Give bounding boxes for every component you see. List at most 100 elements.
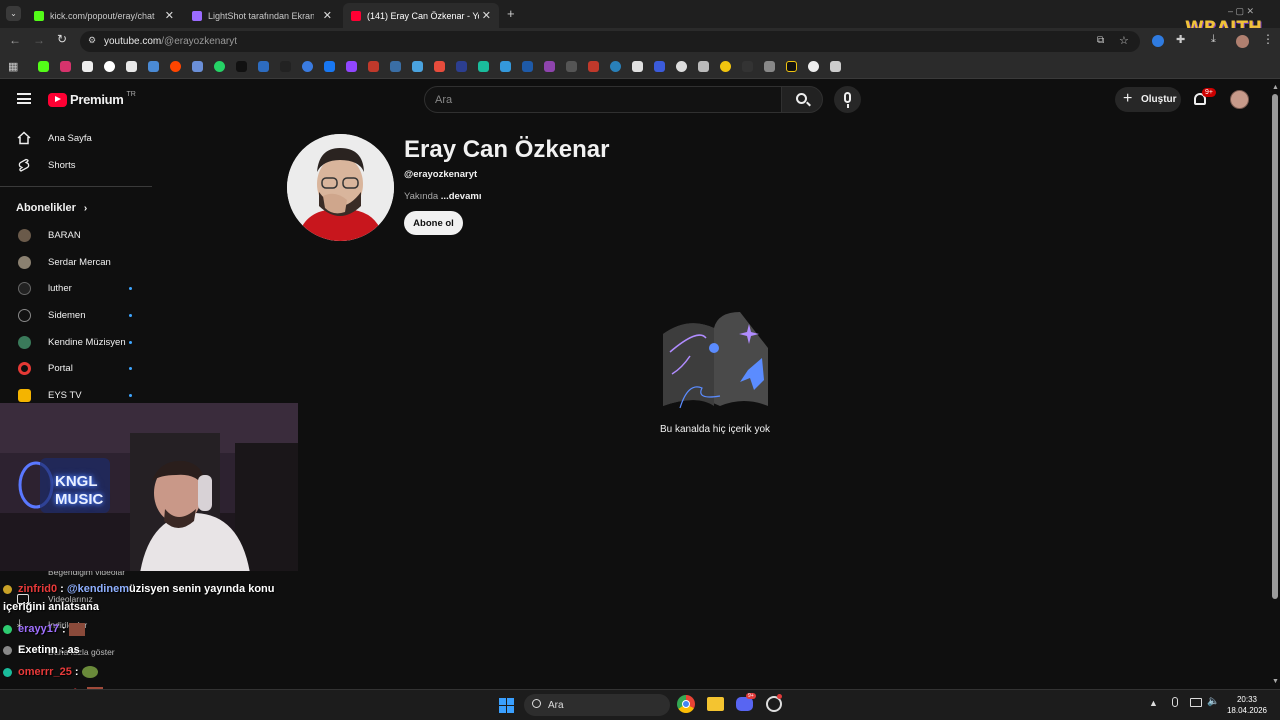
extension-icon[interactable] bbox=[1152, 35, 1164, 47]
sidebar-item-label: Serdar Mercan bbox=[48, 256, 111, 268]
bookmark-site-icon[interactable] bbox=[786, 61, 797, 72]
subscriptions-header[interactable]: Abonelikler › bbox=[16, 202, 87, 214]
bookmark-twitch-icon[interactable] bbox=[346, 61, 357, 72]
notifications-button[interactable]: 9+ bbox=[1192, 88, 1216, 108]
bookmark-site-icon[interactable] bbox=[742, 61, 753, 72]
chat-text: as bbox=[67, 644, 80, 656]
download-icon[interactable]: ⤓ bbox=[1211, 33, 1216, 46]
url-field[interactable]: ⚙ youtube.com/@erayozkenaryt ⧉ ☆ bbox=[80, 31, 1140, 52]
tab-youtube[interactable]: (141) Eray Can Özkenar - YouTu ✕ bbox=[343, 3, 499, 28]
search-input[interactable]: Ara bbox=[424, 86, 782, 113]
sidebar-item-subscription[interactable]: luther bbox=[0, 275, 152, 301]
hamburger-menu-icon[interactable] bbox=[17, 93, 31, 104]
bookmark-site-icon[interactable] bbox=[302, 61, 313, 72]
tray-chevron-up-icon[interactable]: ▲ bbox=[1149, 698, 1158, 708]
app-icon[interactable] bbox=[766, 694, 782, 712]
bookmark-site-icon[interactable] bbox=[192, 61, 203, 72]
sidebar-item-subscription[interactable]: Kendine Müzisyen bbox=[0, 329, 152, 355]
bookmark-site-icon[interactable] bbox=[588, 61, 599, 72]
back-icon[interactable]: ← bbox=[9, 33, 21, 47]
bookmark-instagram-icon[interactable] bbox=[60, 61, 71, 72]
bookmark-site-icon[interactable] bbox=[148, 61, 159, 72]
tab-search-icon[interactable]: ⌄ bbox=[6, 6, 21, 21]
bookmark-site-icon[interactable] bbox=[566, 61, 577, 72]
subscribe-button[interactable]: Abone ol bbox=[404, 211, 463, 235]
site-info-icon[interactable]: ⚙ bbox=[88, 35, 96, 46]
scroll-down-icon[interactable]: ▼ bbox=[1272, 678, 1279, 685]
bookmark-site-icon[interactable] bbox=[478, 61, 489, 72]
bookmark-site-icon[interactable] bbox=[764, 61, 775, 72]
bookmark-site-icon[interactable] bbox=[654, 61, 665, 72]
bookmark-site-icon[interactable] bbox=[500, 61, 511, 72]
bookmark-site-icon[interactable] bbox=[544, 61, 555, 72]
volume-tray-icon[interactable]: 🔈 bbox=[1207, 696, 1219, 707]
new-tab-button[interactable]: + bbox=[507, 6, 515, 21]
read-more-link[interactable]: ...devamı bbox=[441, 191, 482, 202]
page-scrollbar[interactable]: ▲ ▼ bbox=[1270, 80, 1280, 689]
bookmark-site-icon[interactable] bbox=[456, 61, 467, 72]
bookmark-x-icon[interactable] bbox=[82, 61, 93, 72]
bookmark-steam-icon[interactable] bbox=[236, 61, 247, 72]
install-icon[interactable]: ⧉ bbox=[1097, 35, 1104, 46]
close-icon[interactable]: ✕ bbox=[482, 9, 491, 22]
bookmark-site-icon[interactable] bbox=[720, 61, 731, 72]
profile-avatar[interactable] bbox=[1236, 35, 1249, 48]
bookmark-site-icon[interactable] bbox=[830, 61, 841, 72]
streamer-webcam: KNGL MUSIC bbox=[0, 403, 298, 571]
sidebar-item-subscription[interactable]: Sidemen bbox=[0, 302, 152, 328]
puzzle-icon[interactable]: ✚ bbox=[1176, 33, 1185, 46]
taskbar-clock[interactable]: 20:33 18.04.2026 bbox=[1222, 694, 1272, 716]
bookmark-site-icon[interactable] bbox=[258, 61, 269, 72]
search-button[interactable] bbox=[781, 86, 823, 113]
tab-kick-chat[interactable]: kick.com/popout/eray/chat ✕ bbox=[26, 3, 182, 28]
forward-icon[interactable]: → bbox=[33, 33, 45, 47]
sidebar-item-subscription[interactable]: Serdar Mercan bbox=[0, 249, 152, 275]
voice-search-button[interactable] bbox=[834, 86, 861, 113]
sidebar-item-shorts[interactable]: Shorts bbox=[0, 152, 152, 178]
bookmark-site-icon[interactable] bbox=[412, 61, 423, 72]
bookmark-site-icon[interactable] bbox=[808, 61, 819, 72]
reload-icon[interactable]: ↻ bbox=[57, 32, 67, 46]
close-icon[interactable]: ✕ bbox=[165, 9, 174, 22]
bookmark-facebook-icon[interactable] bbox=[324, 61, 335, 72]
bookmark-site-icon[interactable] bbox=[632, 61, 643, 72]
bookmark-site-icon[interactable] bbox=[610, 61, 621, 72]
bookmark-gmail-icon[interactable] bbox=[126, 61, 137, 72]
chrome-icon[interactable] bbox=[677, 695, 695, 713]
file-explorer-icon[interactable] bbox=[707, 697, 724, 711]
youtube-premium-logo[interactable]: Premium TR bbox=[48, 91, 136, 107]
bookmark-site-icon[interactable] bbox=[434, 61, 445, 72]
display-tray-icon[interactable] bbox=[1190, 698, 1202, 707]
bookmark-site-icon[interactable] bbox=[280, 61, 291, 72]
account-avatar[interactable] bbox=[1230, 90, 1249, 109]
tab-lightshot[interactable]: LightShot tarafından Ekran Gör ✕ bbox=[184, 3, 340, 28]
close-icon[interactable]: ✕ bbox=[323, 9, 332, 22]
sidebar-item-subscription[interactable]: Portal bbox=[0, 355, 152, 381]
bookmark-whatsapp-icon[interactable] bbox=[214, 61, 225, 72]
bookmark-site-icon[interactable] bbox=[676, 61, 687, 72]
channel-avatar-large[interactable] bbox=[287, 134, 394, 241]
bookmark-site-icon[interactable] bbox=[390, 61, 401, 72]
discord-icon[interactable]: 9+ bbox=[736, 693, 756, 711]
sidebar-item-subscription[interactable]: BARAN bbox=[0, 222, 152, 248]
bookmark-star-icon[interactable]: ☆ bbox=[1119, 34, 1129, 47]
bookmark-kick-icon[interactable] bbox=[38, 61, 49, 72]
neon-sign-line: KNGL bbox=[55, 473, 98, 490]
windows-start-icon[interactable] bbox=[499, 698, 514, 713]
channel-description[interactable]: Yakında ...devamı bbox=[404, 191, 481, 202]
bookmark-google-icon[interactable] bbox=[104, 61, 115, 72]
menu-icon[interactable]: ⋮ bbox=[1262, 32, 1274, 46]
sidebar-item-home[interactable]: Ana Sayfa bbox=[0, 125, 152, 151]
sidebar-item-label: Sidemen bbox=[48, 309, 86, 321]
scroll-up-icon[interactable]: ▲ bbox=[1272, 84, 1279, 91]
bookmark-site-icon[interactable] bbox=[368, 61, 379, 72]
bookmark-site-icon[interactable] bbox=[698, 61, 709, 72]
apps-grid-icon[interactable]: ▦ bbox=[8, 60, 18, 73]
scrollbar-thumb[interactable] bbox=[1272, 94, 1278, 599]
bookmark-reddit-icon[interactable] bbox=[170, 61, 181, 72]
notification-badge: 9+ bbox=[1202, 88, 1216, 97]
microphone-tray-icon[interactable] bbox=[1172, 697, 1178, 707]
create-button[interactable]: + Oluştur bbox=[1115, 87, 1181, 112]
bookmark-site-icon[interactable] bbox=[522, 61, 533, 72]
taskbar-search[interactable]: Ara bbox=[524, 694, 670, 716]
